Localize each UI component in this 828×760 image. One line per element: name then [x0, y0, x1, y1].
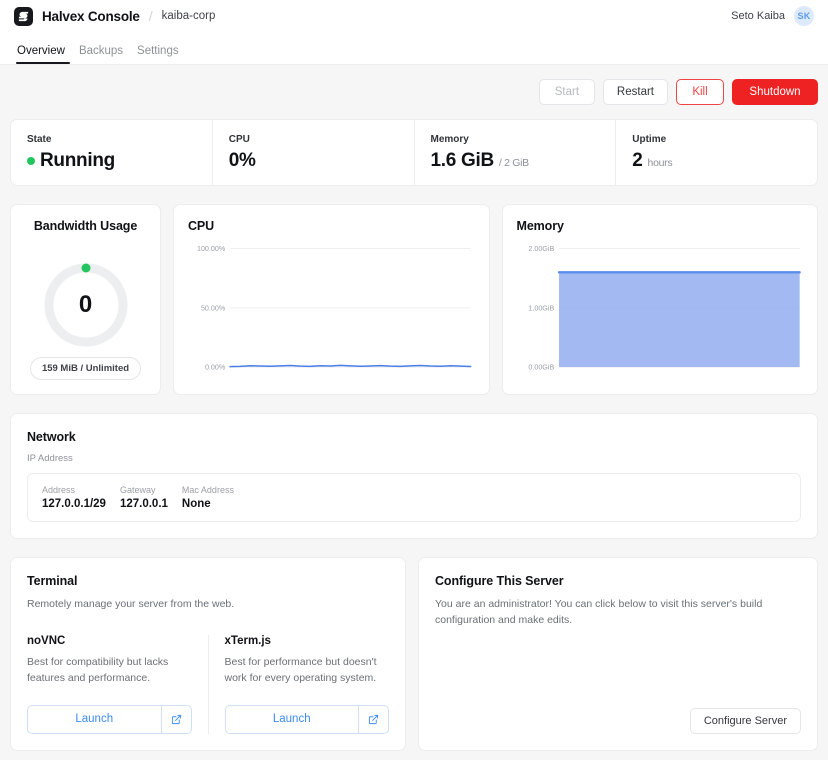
network-col-mac-label: Mac Address [181, 485, 234, 496]
external-link-icon[interactable] [358, 705, 388, 733]
terminal-description: Remotely manage your server from the web… [27, 598, 235, 611]
stat-memory: Memory 1.6 GiB / 2 GiB [415, 120, 617, 185]
network-subtitle: IP Address [27, 453, 73, 465]
terminal-options: noVNC Best for compatibility but lacks f… [27, 635, 389, 734]
stat-uptime: Uptime 2 hours [616, 120, 817, 185]
network-col-mac-value: None [181, 498, 211, 511]
halvex-logo-icon [14, 6, 33, 26]
bandwidth-usage-card: Bandwidth Usage 0 159 MiB / Unlimited [10, 204, 161, 396]
novnc-launch-button[interactable]: Launch [27, 704, 192, 734]
network-col-gateway-value: 127.0.0.1 [119, 498, 168, 511]
stat-uptime-value: 2 [632, 149, 643, 171]
network-col-gateway: Gateway 127.0.0.1 [120, 485, 168, 510]
stat-cpu-label: CPU [228, 133, 250, 145]
power-action-bar: Start Restart Kill Shutdown [10, 65, 818, 119]
stat-cpu-value-group: 0% [229, 150, 398, 172]
memory-chart-title: Memory [516, 219, 564, 233]
stat-uptime-value-group: 2 hours [632, 150, 801, 172]
terminal-option-novnc: noVNC Best for compatibility but lacks f… [27, 635, 208, 734]
tab-settings[interactable]: Settings [130, 45, 186, 64]
stat-state-label: State [27, 133, 52, 145]
stat-memory-label: Memory [430, 133, 469, 145]
cpu-chart-plot: 0.00% 50.00% 100.00% [188, 241, 475, 384]
network-address-row: Address 127.0.0.1/29 Gateway 127.0.0.1 M… [27, 473, 801, 523]
user-name-label: Seto Kaiba [731, 10, 785, 22]
network-col-address-value: 127.0.0.1/29 [42, 498, 106, 511]
memory-chart-plot: 0.00GiB 1.00GiB 2.00GiB [517, 241, 804, 384]
breadcrumb-separator: / [148, 8, 153, 24]
start-button[interactable]: Start [538, 79, 595, 105]
network-col-mac: Mac Address None [182, 485, 234, 510]
cpu-chart-card: CPU 0.00% 50.00% 100.00% [173, 204, 490, 396]
svg-text:0.00GiB: 0.00GiB [528, 364, 554, 372]
stat-cpu-value: 0% [228, 149, 256, 171]
stat-state-value-group: Running [27, 150, 196, 172]
bandwidth-title: Bandwidth Usage [33, 219, 138, 233]
avatar[interactable]: SK [794, 6, 814, 26]
xtermjs-name: xTerm.js [224, 635, 271, 647]
svg-text:100.00%: 100.00% [197, 245, 226, 253]
terminal-title: Terminal [27, 574, 78, 589]
cpu-chart-title: CPU [188, 219, 215, 233]
stat-uptime-unit: hours [647, 156, 673, 169]
xtermjs-launch-button[interactable]: Launch [224, 704, 389, 734]
stat-cpu: CPU 0% [213, 120, 415, 185]
network-col-address-label: Address [42, 485, 76, 496]
svg-text:50.00%: 50.00% [201, 304, 226, 312]
network-title: Network [27, 430, 76, 445]
stat-memory-total: / 2 GiB [498, 156, 529, 169]
breadcrumb-server-name[interactable]: kaiba-corp [162, 10, 216, 22]
status-dot-running-icon [27, 156, 35, 165]
bandwidth-value: 0 [78, 291, 93, 318]
svg-text:1.00GiB: 1.00GiB [528, 304, 554, 312]
user-menu[interactable]: Seto Kaiba SK [731, 0, 814, 32]
configure-server-card: Configure This Server You are an adminis… [418, 557, 818, 751]
brand-area[interactable]: Halvex Console [14, 6, 140, 26]
stat-state: State Running [11, 120, 213, 185]
xtermjs-description: Best for performance but doesn't work fo… [224, 656, 377, 685]
external-link-icon[interactable] [160, 705, 191, 733]
network-col-address: Address 127.0.0.1/29 [42, 485, 106, 510]
top-header-bar: Halvex Console / kaiba-corp Seto Kaiba S… [0, 0, 828, 32]
novnc-launch-label: Launch [75, 713, 114, 726]
bandwidth-badge: 159 MiB / Unlimited [29, 357, 142, 381]
network-col-gateway-label: Gateway [119, 485, 156, 496]
bandwidth-gauge: 0 [40, 259, 132, 351]
restart-button[interactable]: Restart [602, 79, 668, 105]
memory-chart-card: Memory 0.00GiB 1.00GiB 2.00GiB [501, 204, 818, 396]
svg-text:2.00GiB: 2.00GiB [528, 245, 554, 253]
tab-backups[interactable]: Backups [72, 45, 130, 64]
stat-uptime-label: Uptime [632, 133, 667, 145]
server-stats-bar: State Running CPU 0% Memory 1.6 GiB / 2 … [10, 119, 818, 186]
stat-state-value: Running [40, 149, 115, 171]
shutdown-button[interactable]: Shutdown [732, 79, 818, 105]
novnc-name: noVNC [27, 635, 66, 647]
novnc-description: Best for compatibility but lacks feature… [27, 656, 169, 685]
configure-description: You are an administrator! You can click … [435, 598, 763, 626]
stat-memory-value-group: 1.6 GiB / 2 GiB [431, 150, 600, 172]
primary-tabs: Overview Backups Settings [0, 32, 828, 65]
xtermjs-launch-label: Launch [272, 713, 311, 726]
configure-title: Configure This Server [435, 574, 564, 589]
terminal-option-xtermjs: xTerm.js Best for performance but doesn'… [207, 635, 389, 734]
configure-server-button[interactable]: Configure Server [689, 707, 801, 734]
stat-memory-value: 1.6 GiB [430, 149, 495, 171]
tab-overview[interactable]: Overview [14, 45, 72, 64]
svg-text:0.00%: 0.00% [205, 364, 226, 372]
terminal-card: Terminal Remotely manage your server fro… [10, 557, 406, 751]
metrics-row: Bandwidth Usage 0 159 MiB / Unlimited CP… [10, 204, 818, 396]
kill-button[interactable]: Kill [676, 79, 724, 105]
network-card: Network IP Address Address 127.0.0.1/29 … [10, 413, 818, 540]
bottom-row: Terminal Remotely manage your server fro… [10, 557, 818, 751]
app-title: Halvex Console [42, 8, 140, 24]
